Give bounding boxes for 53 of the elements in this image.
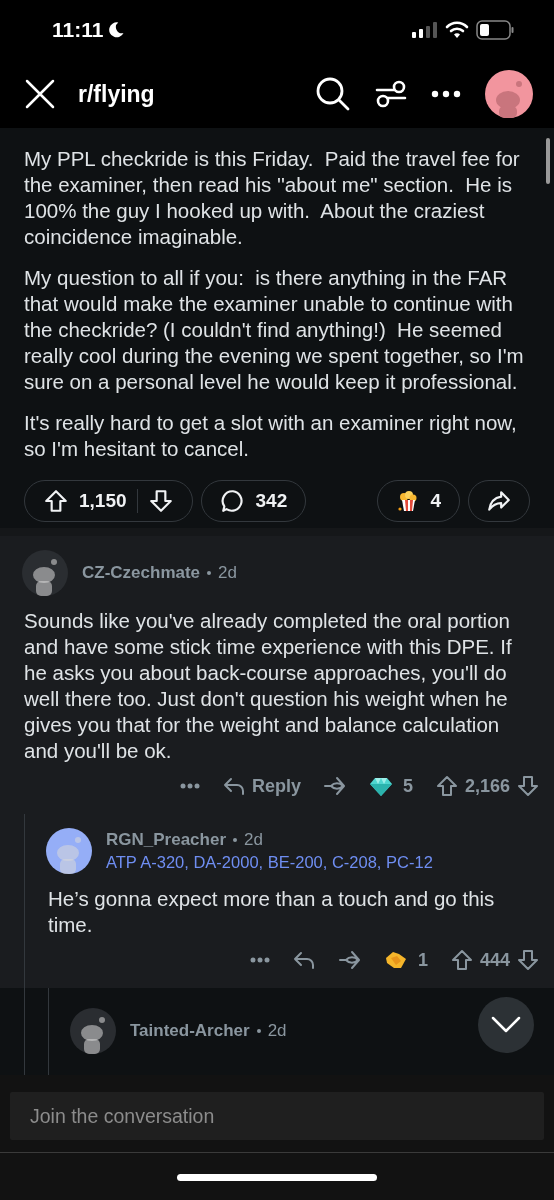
share-arrow-icon bbox=[486, 488, 512, 514]
more-icon[interactable] bbox=[179, 783, 200, 789]
comment-input-field[interactable]: Join the conversation bbox=[10, 1092, 544, 1140]
comment-bubble-icon bbox=[219, 488, 246, 514]
user-avatar-icon[interactable] bbox=[70, 1008, 116, 1054]
separator-dot bbox=[256, 1029, 261, 1033]
more-icon[interactable] bbox=[249, 957, 270, 963]
user-avatar-icon[interactable] bbox=[22, 550, 68, 596]
close-icon[interactable] bbox=[24, 78, 56, 110]
award-button[interactable]: 5 bbox=[368, 774, 413, 798]
comment-age: 2d bbox=[244, 830, 263, 850]
vote-count: 1,150 bbox=[79, 490, 127, 512]
comment-text: He’s gonna expect more than a touch and go this time. bbox=[48, 886, 496, 938]
filter-icon[interactable] bbox=[375, 78, 407, 110]
share-icon[interactable] bbox=[337, 948, 362, 972]
comment-text: Sounds like you've already completed the oral portion and have some stick time experience with this DPE. If he asks you about back-course approaches, you'll do well there too. Just don't question his weight when he gives you that for the weight and balance calculation and you'll be ok. bbox=[24, 608, 513, 764]
comments-button[interactable]: 342 bbox=[200, 480, 307, 522]
share-button[interactable] bbox=[468, 480, 530, 522]
upvote-icon[interactable] bbox=[449, 948, 474, 972]
post-paragraph: My PPL checkride is this Friday. Paid the travel fee for the examiner, then read his ''about me" section. He is 100% the guy I hooked up with. About the craziest coincidence imaginable. bbox=[24, 146, 521, 250]
downvote-icon[interactable] bbox=[147, 488, 174, 514]
battery-icon bbox=[476, 20, 514, 40]
upvote-icon[interactable] bbox=[43, 488, 69, 514]
separator-dot bbox=[233, 838, 237, 842]
award-button[interactable]: 1 bbox=[383, 948, 428, 972]
comment-age: 2d bbox=[267, 1021, 287, 1041]
post-paragraph: It's really hard to get a slot with an examiner right now, so I'm hesitant to cancel. bbox=[24, 410, 518, 462]
user-avatar-icon[interactable] bbox=[46, 828, 92, 874]
downvote-icon[interactable] bbox=[516, 948, 540, 972]
share-icon[interactable] bbox=[322, 774, 347, 798]
clock-time: 11:11 bbox=[52, 18, 104, 42]
post-paragraph: My question to all if you: is there anything in the FAR that would make the examiner unable to continue with the checkride? (I couldn't find anything!) He seemed really cool during the evening we spent together, so I'm sure on a personal level he would keep it professional. bbox=[24, 265, 525, 395]
downvote-icon[interactable] bbox=[516, 774, 540, 798]
wifi-icon bbox=[445, 21, 469, 39]
award-button[interactable]: 4 bbox=[377, 480, 460, 522]
separator-dot bbox=[207, 571, 212, 575]
more-icon[interactable] bbox=[431, 90, 461, 98]
comment-age: 2d bbox=[218, 563, 237, 583]
moon-icon bbox=[107, 21, 126, 39]
reply-button[interactable]: Reply bbox=[221, 774, 301, 798]
vote-count: 444 bbox=[479, 949, 510, 971]
username[interactable]: RGN_Preacher bbox=[106, 830, 226, 850]
username[interactable]: CZ-Czechmate bbox=[82, 563, 201, 583]
scrollbar bbox=[546, 138, 550, 184]
user-avatar-icon[interactable] bbox=[485, 70, 533, 118]
subreddit-title[interactable]: r/flying bbox=[78, 80, 155, 108]
cellular-signal-icon bbox=[412, 22, 438, 38]
vote-count: 2,166 bbox=[464, 775, 510, 797]
chevron-down-icon bbox=[491, 1016, 521, 1034]
username[interactable]: Tainted-Archer bbox=[130, 1021, 250, 1041]
user-flair: ATP A-320, DA-2000, BE-200, C-208, PC-12 bbox=[106, 853, 433, 872]
upvote-icon[interactable] bbox=[434, 774, 459, 798]
search-icon[interactable] bbox=[315, 76, 351, 112]
